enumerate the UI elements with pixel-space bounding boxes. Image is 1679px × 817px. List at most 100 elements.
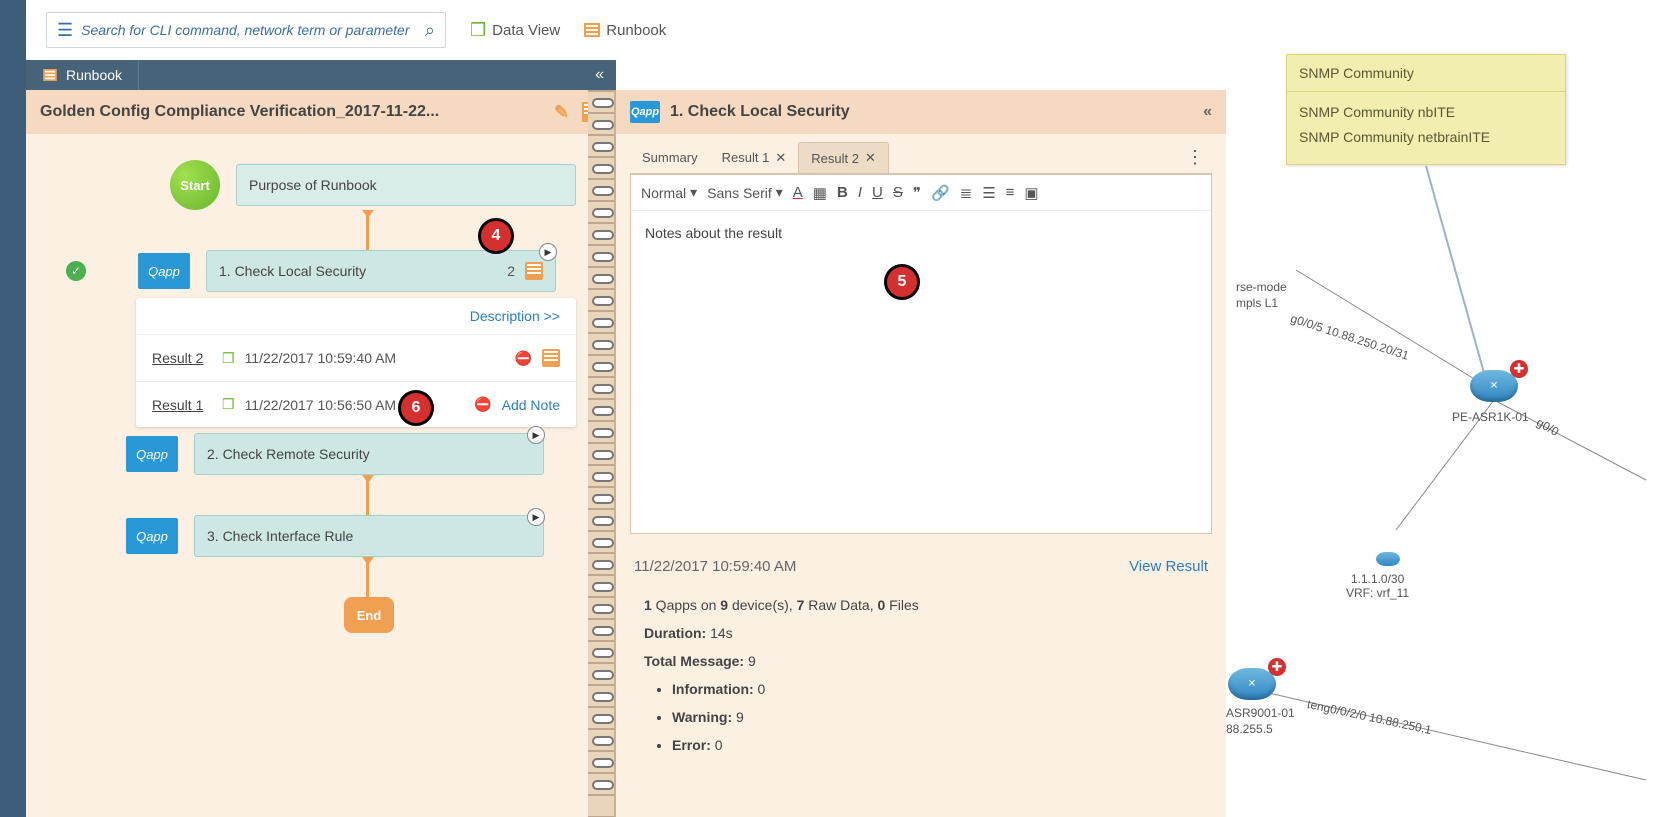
close-tab-icon[interactable]: ✕	[775, 150, 786, 166]
interface-label: teng0/0/2/0 10.88.250.1	[1306, 697, 1433, 737]
step-2[interactable]: 2. Check Remote Security ▶	[194, 433, 544, 475]
stack-icon: ❒	[222, 350, 235, 367]
tab-runbook[interactable]: Runbook	[26, 60, 139, 90]
qapp-label: Qapp	[148, 264, 180, 279]
step-2-label: 2. Check Remote Security	[207, 446, 370, 462]
qapp-icon: Qapp	[630, 101, 660, 123]
step-1-label: 1. Check Local Security	[219, 263, 366, 279]
list-icon	[43, 69, 57, 81]
bold-icon[interactable]: B	[837, 184, 848, 201]
link-icon[interactable]: 🔗	[931, 184, 950, 202]
tab-summary[interactable]: Summary	[630, 142, 710, 173]
data-view-button[interactable]: ❒ Data View	[470, 20, 560, 41]
note-editor: Normal▾ Sans Serif▾ A ▦ B I U S ❞ 🔗 ≣ ☰ …	[630, 174, 1212, 534]
left-nav-rail[interactable]	[0, 0, 26, 817]
summary-line: 1 Qapps on 9 device(s), 7 Raw Data, 0 Fi…	[644, 591, 1198, 619]
sticky-line: SNMP Community nbITE	[1299, 100, 1553, 125]
note-icon[interactable]	[542, 349, 560, 367]
purpose-box[interactable]: Purpose of Runbook	[236, 164, 576, 206]
result-row: Result 2 ❒ 11/22/2017 10:59:40 AM ⛔	[136, 334, 576, 381]
run-step-icon[interactable]: ▶	[527, 426, 545, 444]
quote-icon[interactable]: ❞	[913, 184, 921, 202]
result-row: Result 1 ❒ 11/22/2017 10:56:50 AM ⛔ Add …	[136, 381, 576, 427]
font-color-icon[interactable]: A	[793, 184, 803, 201]
link-label: rse-mode	[1236, 280, 1287, 294]
tab-result-2[interactable]: Result 2 ✕	[798, 142, 889, 173]
annotation-5: 5	[884, 264, 920, 300]
step-1-results: Description >> Result 2 ❒ 11/22/2017 10:…	[136, 298, 576, 427]
burger-icon[interactable]: ☰	[57, 20, 73, 41]
collapse-panel-icon[interactable]: «	[583, 66, 616, 84]
list-icon	[584, 23, 600, 37]
start-label: Start	[180, 178, 210, 193]
close-tab-icon[interactable]: ✕	[865, 150, 876, 166]
alert-icon: ⛔	[515, 350, 532, 367]
editor-toolbar: Normal▾ Sans Serif▾ A ▦ B I U S ❞ 🔗 ≣ ☰ …	[631, 175, 1211, 211]
result-timestamp: 11/22/2017 10:59:40 AM	[245, 350, 397, 366]
device-alert-icon: ✚	[1268, 658, 1286, 676]
end-label: End	[357, 608, 382, 623]
step-3[interactable]: 3. Check Interface Rule ▶	[194, 515, 544, 557]
summary-total: Total Message: 9	[644, 647, 1198, 675]
router-pe-asr1k[interactable]	[1470, 370, 1518, 402]
device-label: PE-ASR1K-01	[1452, 410, 1529, 424]
ordered-list-icon[interactable]: ≣	[960, 184, 973, 202]
chevron-icon: ▾	[690, 184, 697, 201]
start-node[interactable]: Start	[170, 160, 220, 210]
result-summary: 11/22/2017 10:59:40 AM View Result 1 Qap…	[630, 548, 1212, 765]
summary-duration: Duration: 14s	[644, 619, 1198, 647]
run-step-icon[interactable]: ▶	[539, 243, 557, 261]
tab-label: Runbook	[66, 67, 122, 83]
switch-icon[interactable]	[1376, 552, 1400, 566]
link-label: g0/0	[1534, 415, 1561, 439]
edit-icon[interactable]: ✎	[554, 102, 574, 122]
image-icon[interactable]: ▣	[1024, 184, 1038, 202]
summary-err: Error: 0	[672, 731, 1198, 759]
panel-tabbar: Runbook «	[26, 60, 616, 90]
runbook-label: Runbook	[606, 22, 666, 39]
detail-header: Qapp 1. Check Local Security «	[616, 90, 1226, 134]
search-icon[interactable]: ⌕	[425, 20, 435, 41]
font-family-select[interactable]: Sans Serif▾	[707, 184, 783, 201]
summary-timestamp: 11/22/2017 10:59:40 AM	[634, 558, 796, 575]
sticky-body: SNMP Community nbITE SNMP Community netb…	[1287, 92, 1565, 164]
paragraph-style-select[interactable]: Normal▾	[641, 184, 697, 201]
runbook-button[interactable]: Runbook	[584, 22, 666, 39]
runbook-flow: Start Purpose of Runbook ✓ Qapp 1. Check…	[26, 134, 616, 817]
unordered-list-icon[interactable]: ☰	[982, 184, 995, 202]
highlight-icon[interactable]: ▦	[813, 184, 827, 202]
annotation-4: 4	[478, 218, 514, 254]
align-icon[interactable]: ≡	[1006, 184, 1015, 201]
underline-icon[interactable]: U	[872, 184, 883, 201]
search-input[interactable]	[81, 22, 425, 38]
spiral-binding	[588, 90, 616, 817]
add-note-link[interactable]: Add Note	[502, 397, 560, 413]
topology-map[interactable]: SNMP Community SNMP Community nbITE SNMP…	[1226, 0, 1679, 817]
sticky-title: SNMP Community	[1287, 55, 1565, 92]
description-link[interactable]: Description >>	[136, 298, 576, 334]
tab-label: Result 2	[811, 151, 859, 166]
more-menu-icon[interactable]: ⋮	[1178, 147, 1212, 168]
sticky-note[interactable]: SNMP Community SNMP Community nbITE SNMP…	[1286, 54, 1566, 165]
result-timestamp: 11/22/2017 10:56:50 AM	[245, 397, 397, 413]
result-name[interactable]: Result 1	[152, 397, 212, 413]
ip-label: 88.255.5	[1226, 722, 1273, 736]
result-name[interactable]: Result 2	[152, 350, 212, 366]
step-1[interactable]: 1. Check Local Security 2 ▶	[206, 250, 556, 292]
data-view-label: Data View	[492, 22, 560, 39]
tab-result-1[interactable]: Result 1✕	[710, 142, 799, 173]
end-node[interactable]: End	[344, 597, 394, 633]
note-icon[interactable]	[525, 262, 543, 280]
editor-content[interactable]: Notes about the result	[631, 211, 1211, 533]
run-step-icon[interactable]: ▶	[527, 508, 545, 526]
router-asr9001[interactable]	[1228, 668, 1276, 700]
search-box[interactable]: ☰ ⌕	[46, 12, 446, 48]
step-ok-icon: ✓	[66, 261, 86, 281]
italic-icon[interactable]: I	[858, 184, 862, 201]
summary-info: Information: 0	[672, 675, 1198, 703]
collapse-detail-icon[interactable]: «	[1203, 103, 1212, 121]
view-result-link[interactable]: View Result	[1129, 558, 1208, 575]
purpose-label: Purpose of Runbook	[249, 177, 377, 193]
detail-title: 1. Check Local Security	[670, 103, 850, 121]
strike-icon[interactable]: S	[893, 184, 903, 201]
